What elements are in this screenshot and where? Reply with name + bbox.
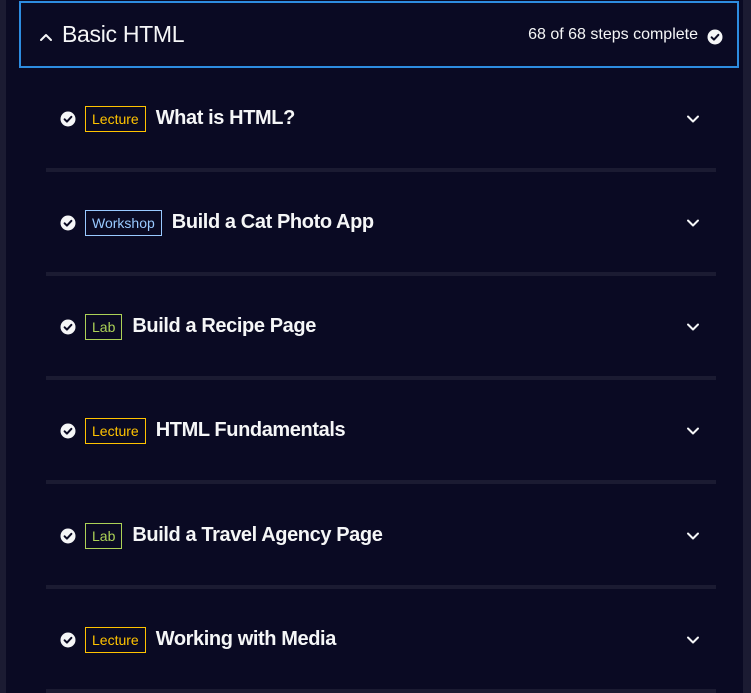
module-what-is-html[interactable]: Lecture What is HTML? [46,68,716,172]
module-title: Build a Travel Agency Page [132,524,383,546]
module-type-badge: Lecture [85,626,146,653]
module-title: What is HTML? [155,107,296,129]
check-circle-icon [60,215,76,230]
right-rail [743,0,751,693]
check-circle-icon [60,632,76,647]
left-rail [0,0,6,693]
chevron-down-icon [687,532,699,539]
chevron-down-icon [687,115,699,122]
module-title: HTML Fundamentals [155,419,346,441]
block-title: Basic HTML [62,21,185,47]
module-title: Build a Cat Photo App [171,211,374,233]
check-circle-icon [60,423,76,438]
module-type-badge: Lecture [85,417,146,444]
module-type-badge: Lab [85,522,123,549]
module-type-badge: Lab [85,313,123,340]
caret-up-icon [40,33,52,41]
check-circle-icon [60,111,76,126]
basic-html-block-header[interactable]: Basic HTML 68 of 68 steps complete [19,1,739,68]
progress-text: 68 of 68 steps complete [528,25,698,43]
module-working-with-media[interactable]: Lecture Working with Media [46,589,716,693]
block-progress: 68 of 68 steps complete [528,25,723,45]
chevron-down-icon [687,427,699,434]
module-title: Build a Recipe Page [132,315,316,337]
check-circle-icon [60,528,76,543]
module-title: Working with Media [155,628,337,650]
chevron-down-icon [687,323,699,330]
module-build-a-recipe-page[interactable]: Lab Build a Recipe Page [46,276,716,380]
check-circle-icon [60,319,76,334]
module-type-badge: Lecture [85,105,146,132]
curriculum-page: Basic HTML 68 of 68 steps complete Lectu… [0,0,751,693]
module-build-a-cat-photo-app[interactable]: Workshop Build a Cat Photo App [46,172,716,276]
module-type-badge: Workshop [85,209,162,236]
module-html-fundamentals[interactable]: Lecture HTML Fundamentals [46,380,716,484]
module-build-a-travel-agency-page[interactable]: Lab Build a Travel Agency Page [46,485,716,589]
chevron-down-icon [687,219,699,226]
chevron-down-icon [687,636,699,643]
check-circle-icon [707,29,723,44]
